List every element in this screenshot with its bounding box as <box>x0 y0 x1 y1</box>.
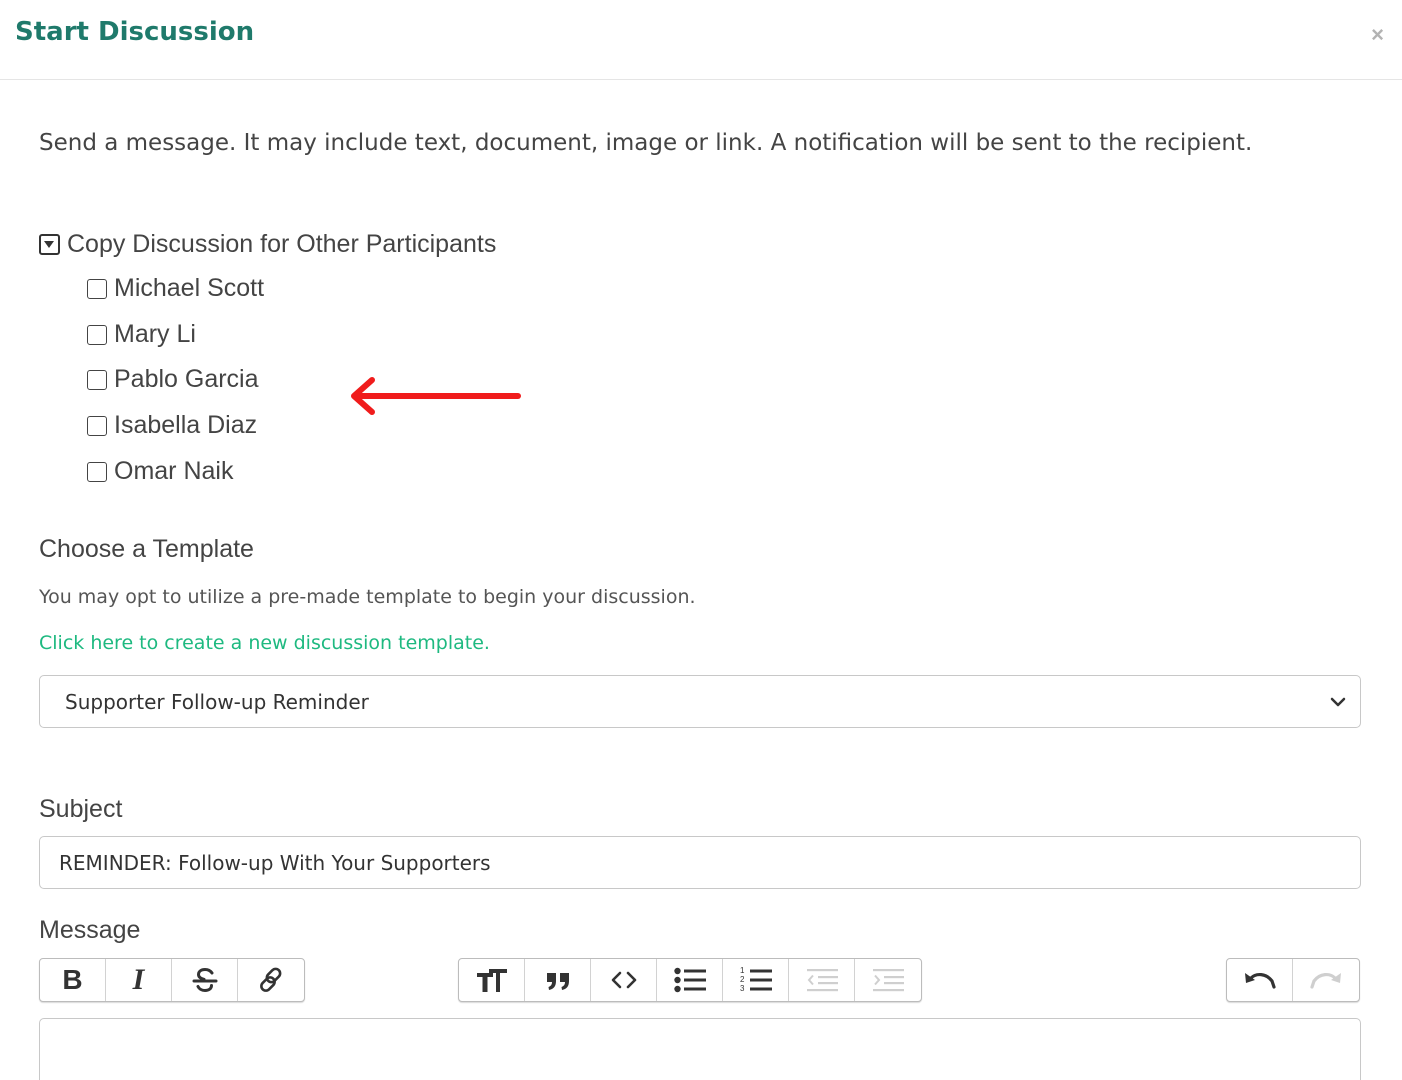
bold-button[interactable]: B <box>40 959 106 1001</box>
participant-checkbox-mary-li[interactable]: Mary Li <box>87 320 196 349</box>
quote-icon <box>546 973 569 990</box>
strikethrough-button[interactable] <box>172 959 238 1001</box>
participant-checkbox-pablo-garcia[interactable]: Pablo Garcia <box>87 365 259 394</box>
outdent-icon <box>806 969 838 992</box>
bullet-list-icon <box>673 967 706 993</box>
template-section-title: Choose a Template <box>39 535 254 563</box>
checkbox-icon[interactable] <box>87 415 107 436</box>
close-button[interactable]: × <box>1371 22 1384 48</box>
participant-name: Omar Naik <box>114 457 234 485</box>
template-select[interactable]: Supporter Follow-up Reminder <box>39 675 1361 728</box>
message-label: Message <box>39 916 141 944</box>
redo-icon <box>1310 973 1341 989</box>
participant-name: Isabella Diaz <box>114 411 258 439</box>
template-help-text: You may opt to utilize a pre-made templa… <box>39 586 696 608</box>
numbered-list-button[interactable]: 1 2 3 <box>723 959 789 1001</box>
italic-icon: I <box>132 963 145 996</box>
undo-icon <box>1244 973 1276 989</box>
quote-button[interactable] <box>525 959 591 1001</box>
participant-checkbox-isabella-diaz[interactable]: Isabella Diaz <box>87 411 257 440</box>
copy-discussion-label: Copy Discussion for Other Participants <box>67 230 497 258</box>
numbered-list-icon: 1 2 3 <box>740 966 772 993</box>
svg-text:1: 1 <box>740 966 745 975</box>
heading-icon <box>476 969 507 992</box>
link-button[interactable] <box>238 959 304 1001</box>
checkbox-icon[interactable] <box>87 324 107 345</box>
code-button[interactable] <box>591 959 657 1001</box>
copy-discussion-toggle[interactable]: Copy Discussion for Other Participants <box>39 230 496 259</box>
caret-square-down-icon <box>39 234 60 255</box>
indent-button[interactable] <box>855 959 921 1001</box>
indent-icon <box>873 969 904 992</box>
outdent-button[interactable] <box>789 959 855 1001</box>
participant-name: Michael Scott <box>114 274 265 302</box>
red-arrow-annotation-icon <box>351 377 521 415</box>
checkbox-icon[interactable] <box>87 369 107 390</box>
bullet-list-button[interactable] <box>657 959 723 1001</box>
intro-text: Send a message. It may include text, doc… <box>39 130 1253 156</box>
undo-button[interactable] <box>1227 959 1293 1001</box>
strikethrough-icon <box>192 967 217 993</box>
svg-text:3: 3 <box>740 984 745 993</box>
bold-icon: B <box>62 964 83 995</box>
checkbox-icon[interactable] <box>87 278 107 299</box>
participant-name: Mary Li <box>114 320 196 348</box>
create-template-link[interactable]: Click here to create a new discussion te… <box>39 632 490 654</box>
redo-button[interactable] <box>1293 959 1359 1001</box>
heading-button[interactable] <box>459 959 525 1001</box>
chevron-down-icon <box>1330 697 1346 707</box>
toolbar-block-group: 1 2 3 <box>458 958 922 1002</box>
italic-button[interactable]: I <box>106 959 172 1001</box>
code-icon <box>611 971 636 989</box>
toolbar-text-style-group: B I <box>39 958 305 1002</box>
subject-input[interactable] <box>39 836 1361 889</box>
template-select-value: Supporter Follow-up Reminder <box>65 689 369 714</box>
modal-header: Start Discussion × <box>0 0 1402 80</box>
message-editor[interactable] <box>39 1018 1361 1080</box>
modal-title: Start Discussion <box>15 17 255 47</box>
checkbox-icon[interactable] <box>87 461 107 482</box>
participant-checkbox-michael-scott[interactable]: Michael Scott <box>87 274 264 303</box>
participant-name: Pablo Garcia <box>114 365 259 393</box>
svg-text:2: 2 <box>740 975 745 984</box>
subject-label: Subject <box>39 795 123 823</box>
toolbar-history-group <box>1226 958 1360 1002</box>
link-icon <box>260 967 282 992</box>
participant-checkbox-omar-naik[interactable]: Omar Naik <box>87 457 233 486</box>
